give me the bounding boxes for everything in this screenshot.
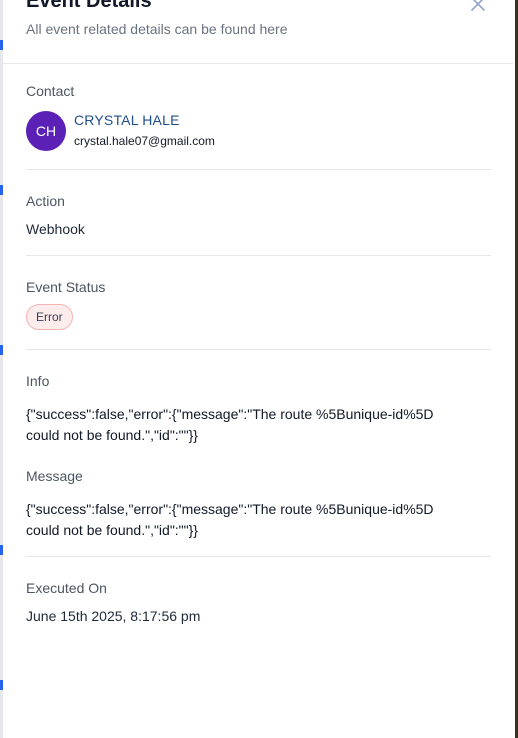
executed-on-value: June 15th 2025, 8:17:56 pm [26,608,201,624]
event-details-drawer: Event Details All event related details … [3,0,513,738]
message-value: {"success":false,"error":{"message":"The… [26,501,434,538]
divider [26,349,491,350]
action-value: Webhook [26,221,85,237]
executed-on-section: Executed On [26,580,491,596]
contact-name-link[interactable]: CRYSTAL HALE [74,112,180,128]
executed-on-row: June 15th 2025, 8:17:56 pm [26,608,491,624]
action-section: Action [26,193,491,209]
divider [26,556,491,557]
info-value-row: {"success":false,"error":{"message":"The… [26,404,491,446]
info-value: {"success":false,"error":{"message":"The… [26,406,434,443]
contact-card: CH CRYSTAL HALE crystal.hale07@gmail.com [26,111,491,151]
action-value-row: Webhook [26,221,491,237]
event-status-row: Error [26,304,491,330]
contact-label: Contact [26,83,75,99]
action-label: Action [26,193,65,209]
info-section: Info [26,373,491,389]
divider [26,255,491,256]
drawer-header: Event Details All event related details … [3,0,513,64]
drawer-title: Event Details [26,0,152,12]
drawer-subtitle: All event related details can be found h… [26,21,288,37]
event-status-section: Event Status [26,279,491,295]
info-label: Info [26,373,50,389]
message-label: Message [26,468,83,484]
status-badge: Error [26,304,73,330]
contact-email: crystal.hale07@gmail.com [74,134,215,148]
close-icon[interactable] [468,0,488,14]
divider [26,169,491,170]
message-value-row: {"success":false,"error":{"message":"The… [26,499,491,541]
contact-section: Contact [26,83,491,99]
message-section: Message [26,468,491,484]
avatar: CH [26,111,66,151]
event-status-label: Event Status [26,279,106,295]
executed-on-label: Executed On [26,580,107,596]
